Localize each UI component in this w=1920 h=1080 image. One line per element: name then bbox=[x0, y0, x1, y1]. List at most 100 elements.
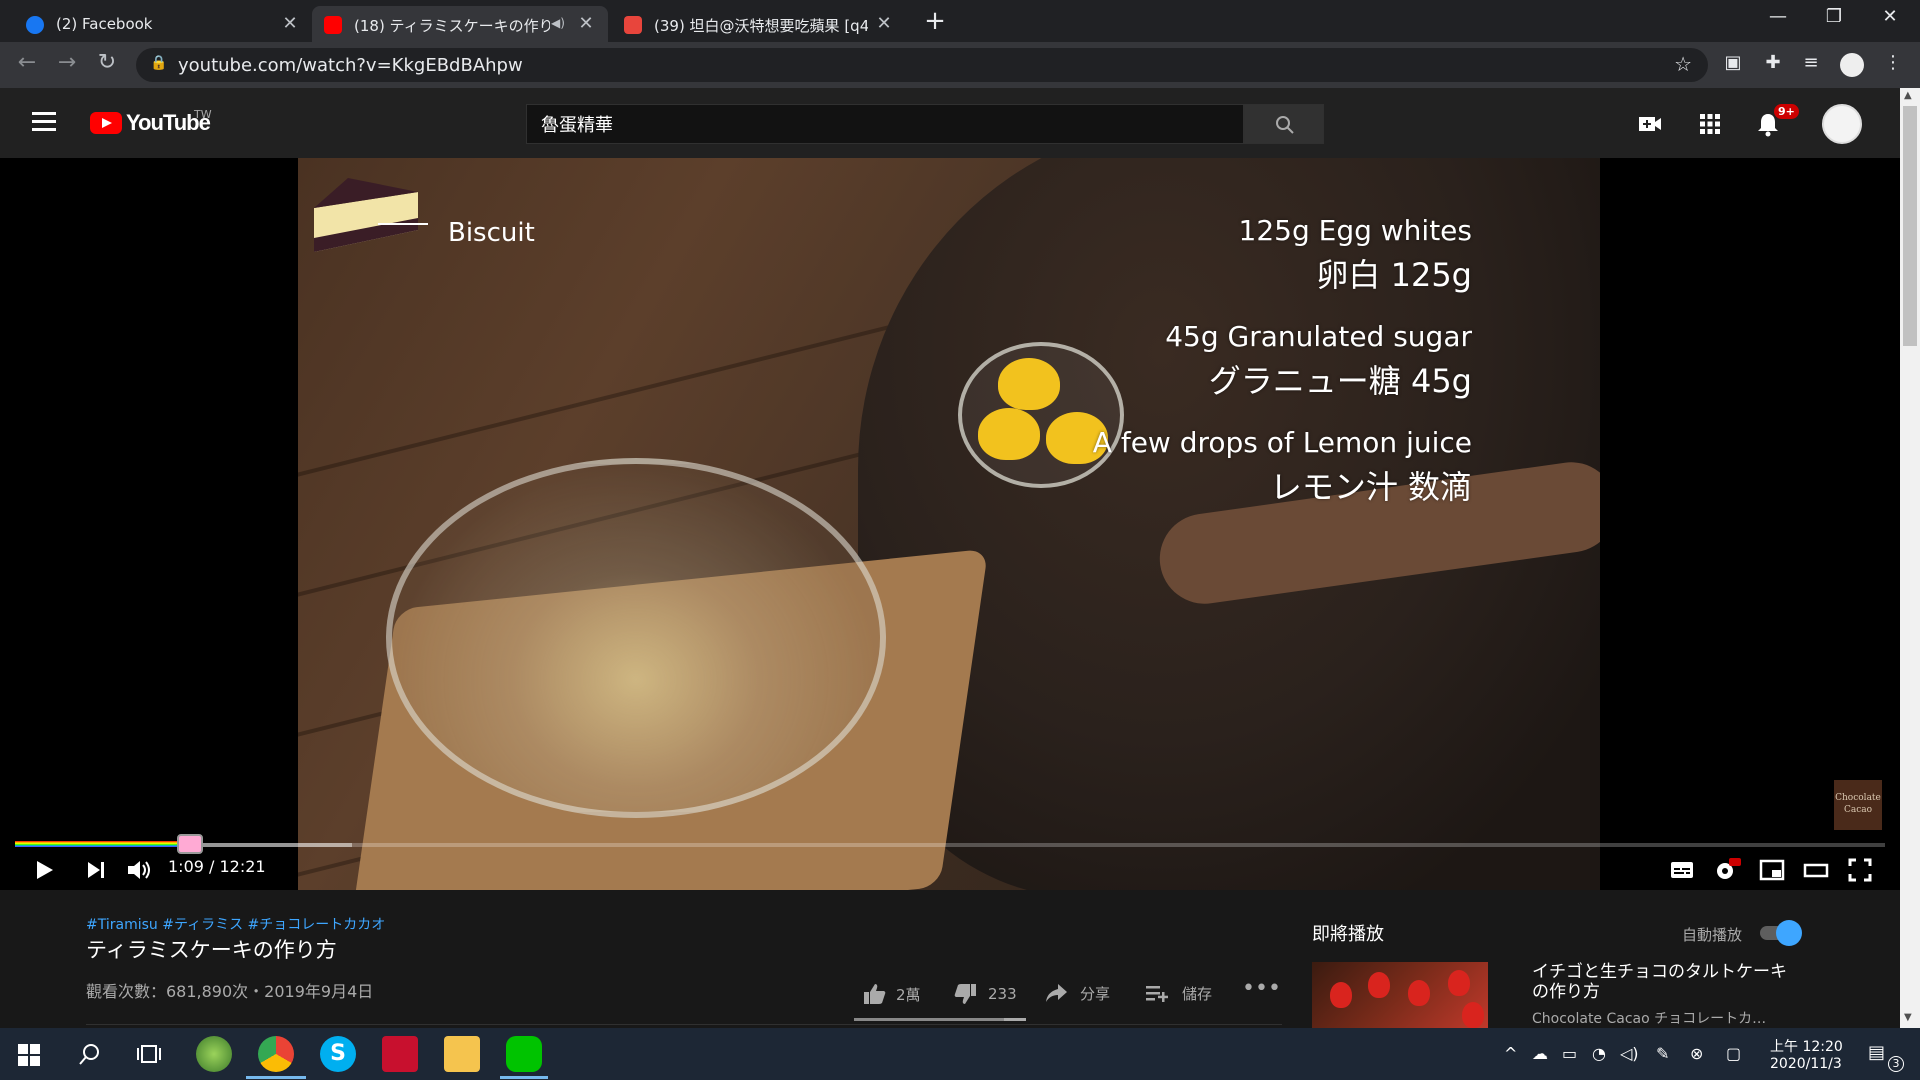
clock-date[interactable]: 2020/11/3 bbox=[1770, 1056, 1842, 1072]
search-box bbox=[526, 104, 1244, 144]
cast-icon[interactable]: ▣ bbox=[1720, 52, 1746, 78]
speaker-volume-icon[interactable]: ◁) bbox=[1620, 1044, 1639, 1063]
volume-icon[interactable] bbox=[124, 856, 154, 884]
recommended-thumbnail[interactable] bbox=[1312, 962, 1488, 1028]
channel-watermark[interactable]: Chocolate Cacao bbox=[1834, 780, 1882, 830]
ime-icon[interactable]: ▢ bbox=[1726, 1044, 1741, 1063]
next-video-icon[interactable] bbox=[82, 856, 110, 884]
settings-gear-icon[interactable] bbox=[1712, 856, 1742, 884]
tab-title: (18) ティラミスケーキの作り bbox=[354, 17, 550, 35]
video-player[interactable]: Biscuit 125g Egg whites 卵白 125g 45g Gran… bbox=[0, 158, 1900, 890]
autoplay-toggle-knob[interactable] bbox=[1776, 920, 1802, 946]
tray-chevron-icon[interactable]: ^ bbox=[1504, 1044, 1517, 1063]
dislike-button[interactable]: 233 bbox=[952, 982, 1017, 1006]
new-tab-button[interactable]: + bbox=[922, 6, 948, 36]
create-video-icon[interactable] bbox=[1636, 110, 1664, 138]
menu-dots-icon[interactable]: ⋮ bbox=[1880, 52, 1906, 78]
tab-facebook[interactable]: (2) Facebook ✕ bbox=[0, 6, 310, 42]
miniplayer-icon[interactable] bbox=[1758, 856, 1786, 884]
speaker-icon[interactable]: ◀) bbox=[548, 16, 568, 30]
minimize-button[interactable]: — bbox=[1758, 6, 1798, 27]
vpn-icon[interactable]: ⊗ bbox=[1690, 1044, 1703, 1063]
address-bar[interactable]: 🔒 youtube.com/watch?v=KkgEBdBAhpw ☆ bbox=[136, 48, 1708, 82]
pen-icon[interactable]: ✎ bbox=[1656, 1044, 1669, 1063]
clock-time[interactable]: 上午 12:20 bbox=[1770, 1036, 1843, 1056]
youtube-logo-icon[interactable] bbox=[90, 112, 122, 134]
windows-taskbar: S ^ ☁ ▭ ◔ ◁) ✎ ⊗ ▢ 上午 12:20 2020/11/3 ▤ … bbox=[0, 1028, 1920, 1080]
app-game-icon[interactable] bbox=[196, 1036, 232, 1072]
media-control-icon[interactable]: ≡ bbox=[1798, 52, 1824, 78]
share-button[interactable]: 分享 bbox=[1044, 982, 1110, 1004]
overlay-biscuit-label: Biscuit bbox=[448, 218, 535, 248]
search-button[interactable] bbox=[1244, 104, 1324, 144]
close-icon[interactable]: ✕ bbox=[874, 13, 894, 34]
strawberry bbox=[1368, 972, 1390, 998]
tab-app[interactable]: (39) 坦白@沃特想要吃蘋果 [q48 ✕ bbox=[612, 6, 912, 42]
more-actions-icon[interactable]: ••• bbox=[1242, 976, 1281, 1001]
dislike-count: 233 bbox=[988, 985, 1017, 1003]
reload-icon[interactable]: ↻ bbox=[92, 50, 122, 75]
back-icon[interactable]: ← bbox=[12, 50, 42, 75]
extensions-icon[interactable]: ✚ bbox=[1760, 52, 1786, 78]
lock-icon: 🔒 bbox=[150, 55, 168, 71]
tab-title: (2) Facebook bbox=[56, 15, 153, 33]
overlay-egg-whites-en: 125g Egg whites bbox=[1238, 214, 1472, 247]
active-app-indicator bbox=[246, 1076, 306, 1079]
file-explorer-icon[interactable] bbox=[444, 1036, 480, 1072]
play-icon[interactable] bbox=[30, 856, 58, 884]
fullscreen-icon[interactable] bbox=[1846, 856, 1874, 884]
task-view-icon[interactable] bbox=[136, 1042, 162, 1066]
sentiment-bar-likes bbox=[854, 1018, 1004, 1021]
strawberry bbox=[1448, 970, 1470, 996]
gudetama-toy bbox=[998, 358, 1060, 410]
overlay-lemon-en: A few drops of Lemon juice bbox=[1092, 426, 1472, 459]
restore-button[interactable]: ❐ bbox=[1814, 6, 1854, 27]
recommended-title[interactable]: イチゴと生チョコのタルトケーキの作り方 bbox=[1532, 962, 1788, 1002]
progress-scrubber-handle[interactable] bbox=[177, 834, 203, 854]
like-button[interactable]: 2萬 bbox=[862, 982, 921, 1006]
search-input[interactable] bbox=[527, 105, 1243, 143]
hamburger-menu-icon[interactable] bbox=[32, 112, 56, 131]
app-red-icon[interactable] bbox=[382, 1036, 418, 1072]
apps-grid-icon[interactable] bbox=[1696, 110, 1724, 138]
overlay-sugar-jp: グラニュー糖 45g bbox=[1208, 362, 1472, 400]
taskbar-search-icon[interactable] bbox=[78, 1042, 102, 1066]
video-details-area: #Tiramisu #ティラミス #チョコレートカカオ ティラミスケーキの作り方… bbox=[0, 890, 1900, 1028]
cake-slice-icon bbox=[314, 178, 428, 252]
theater-mode-icon[interactable] bbox=[1802, 856, 1830, 884]
line-app-icon[interactable] bbox=[506, 1036, 542, 1072]
browser-toolbar: ← → ↻ 🔒 youtube.com/watch?v=KkgEBdBAhpw … bbox=[0, 42, 1920, 88]
page-scrollbar[interactable]: ▲ ▼ bbox=[1900, 88, 1920, 1028]
close-icon[interactable]: ✕ bbox=[280, 13, 300, 34]
close-window-button[interactable]: ✕ bbox=[1870, 6, 1910, 27]
account-avatar[interactable] bbox=[1822, 104, 1862, 144]
close-icon[interactable]: ✕ bbox=[576, 13, 596, 34]
forward-icon[interactable]: → bbox=[52, 50, 82, 75]
recommended-channel[interactable]: Chocolate Cacao チョコレートカ… bbox=[1532, 1008, 1792, 1028]
chrome-icon[interactable] bbox=[258, 1036, 294, 1072]
profile-avatar[interactable] bbox=[1840, 53, 1864, 77]
bookmark-star-icon[interactable]: ☆ bbox=[1674, 52, 1692, 76]
video-title: ティラミスケーキの作り方 bbox=[86, 938, 337, 962]
windows-start-icon[interactable] bbox=[18, 1044, 40, 1066]
skype-icon[interactable]: S bbox=[320, 1036, 356, 1072]
battery-icon[interactable]: ▭ bbox=[1562, 1044, 1577, 1063]
scroll-down-icon[interactable]: ▼ bbox=[1904, 1012, 1912, 1023]
app-icon bbox=[624, 16, 642, 34]
action-center-icon[interactable]: ▤ bbox=[1868, 1042, 1885, 1063]
scrollbar-thumb[interactable] bbox=[1903, 106, 1917, 346]
divider bbox=[86, 1024, 1282, 1025]
video-frame[interactable]: Biscuit 125g Egg whites 卵白 125g 45g Gran… bbox=[298, 158, 1600, 890]
save-button[interactable]: 儲存 bbox=[1144, 982, 1212, 1004]
notification-badge: 9+ bbox=[1774, 104, 1799, 119]
progress-played bbox=[15, 841, 189, 847]
save-label: 儲存 bbox=[1182, 984, 1213, 1003]
video-hashtags[interactable]: #Tiramisu #ティラミス #チョコレートカカオ bbox=[86, 914, 385, 934]
tab-youtube[interactable]: (18) ティラミスケーキの作り ◀) ✕ bbox=[312, 6, 608, 42]
scroll-up-icon[interactable]: ▲ bbox=[1904, 90, 1912, 101]
subtitles-icon[interactable] bbox=[1668, 856, 1696, 884]
browser-tab-strip: (2) Facebook ✕ (18) ティラミスケーキの作り ◀) ✕ (39… bbox=[0, 0, 1920, 42]
search-icon bbox=[1276, 116, 1294, 134]
wifi-icon[interactable]: ◔ bbox=[1592, 1044, 1606, 1063]
onedrive-icon[interactable]: ☁ bbox=[1532, 1044, 1548, 1063]
